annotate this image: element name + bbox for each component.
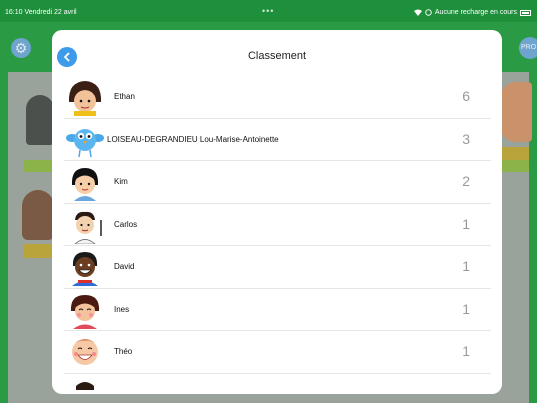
modal-title: Classement (247, 50, 307, 62)
pro-button[interactable]: PRO (519, 37, 537, 59)
status-indicators: Aucune recharge en cours (413, 9, 531, 16)
battery-icon (520, 9, 531, 16)
background-label-strip (24, 244, 54, 258)
ranking-row[interactable]: Ines 1 (64, 289, 491, 331)
background-avatar (500, 82, 532, 142)
ranking-row[interactable]: LOISEAU-DEGRANDIEU Lou-Marise-Antoinette… (64, 119, 491, 161)
player-score: 3 (462, 130, 470, 147)
player-name: Théo (114, 347, 133, 356)
status-bar: 16:10 Vendredi 22 avril ••• Aucune recha… (0, 0, 537, 22)
ranking-row[interactable]: David 1 (64, 246, 491, 289)
theo-avatar (72, 339, 98, 365)
ranking-row[interactable]: Carlos 1 (64, 204, 491, 246)
background-label-strip (24, 160, 54, 172)
player-score: 1 (462, 300, 470, 317)
player-name: Kim (114, 177, 128, 186)
player-name: Ethan (114, 92, 135, 101)
next-avatar-partial (76, 381, 94, 390)
ranking-row-partial[interactable] (64, 374, 491, 395)
multitasking-dots[interactable]: ••• (262, 6, 274, 16)
player-score: 1 (462, 258, 470, 274)
player-name: Carlos (114, 219, 138, 229)
background-label-strip (500, 160, 529, 172)
ranking-modal: Classement Ethan 6 LOISEAU-DEGRANDIEU Lo… (52, 30, 502, 394)
settings-gear-icon[interactable]: ⚙ (11, 38, 31, 58)
background-avatar (22, 190, 54, 240)
bird-avatar (66, 128, 104, 157)
ranking-row[interactable]: Kim 2 (64, 161, 491, 204)
modal-header: Classement (52, 30, 502, 78)
player-score: 1 (462, 343, 470, 359)
player-name: David (114, 262, 135, 271)
david-avatar (72, 252, 98, 286)
charging-status-text: Aucune recharge en cours (434, 9, 517, 16)
ranking-row[interactable]: Théo 1 (64, 331, 491, 374)
kim-avatar (71, 168, 99, 201)
player-score: 6 (462, 88, 470, 104)
background-silhouette (26, 95, 54, 145)
player-score: 2 (462, 173, 470, 189)
player-name: Ines (114, 304, 130, 314)
player-score: 1 (462, 215, 470, 232)
player-name: LOISEAU-DEGRANDIEU Lou-Marise-Antoinette (107, 134, 279, 144)
wifi-icon (413, 9, 422, 16)
background-label-strip (500, 147, 529, 160)
status-time-date: 16:10 Vendredi 22 avril (5, 9, 77, 16)
ines-avatar (70, 294, 100, 329)
ranking-row[interactable]: Ethan 6 (64, 76, 491, 119)
carlos-avatar (74, 211, 102, 244)
orientation-lock-icon (425, 9, 432, 16)
ethan-avatar (66, 78, 104, 116)
